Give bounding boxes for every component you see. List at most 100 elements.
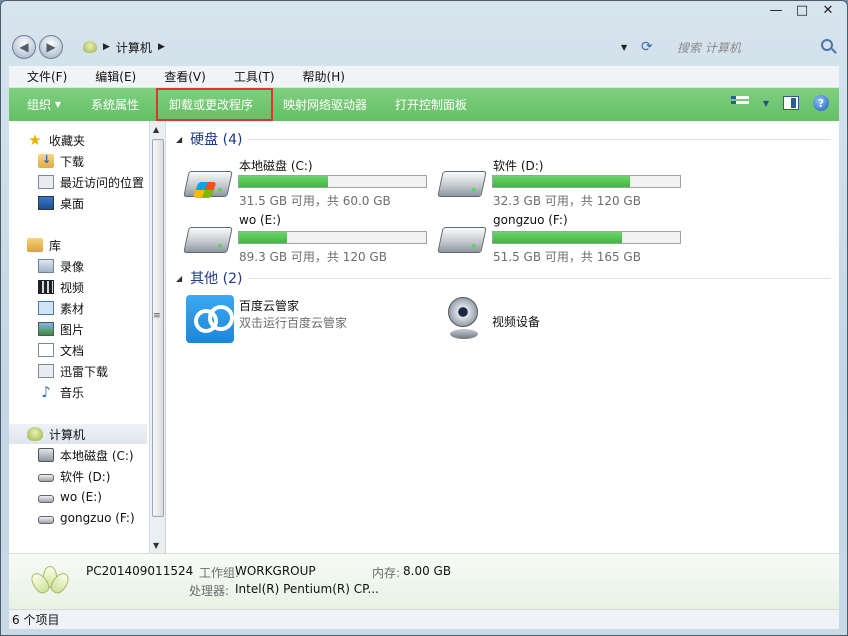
scroll-up-icon[interactable]: ▲ <box>153 125 159 134</box>
close-button[interactable]: ✕ <box>815 1 841 20</box>
space-bar-fill <box>493 176 630 187</box>
nav-drive-f[interactable]: gongzuo (F:) <box>9 508 135 528</box>
drive-space: 31.5 GB 可用，共 60.0 GB <box>239 194 391 208</box>
drive-icon <box>38 515 54 524</box>
view-options-icon[interactable] <box>730 96 749 110</box>
nav-recent-places[interactable]: 最近访问的位置 <box>9 172 144 192</box>
system-properties-button[interactable]: 系统属性 <box>71 88 149 121</box>
baidu-cloud-icon <box>186 295 234 343</box>
baidu-cloud-item[interactable]: 百度云管家 双击运行百度云管家 <box>186 295 416 347</box>
nav-label: 图片 <box>60 322 85 337</box>
menu-tools[interactable]: 工具(T) <box>215 68 284 85</box>
nav-drive-d[interactable]: 软件 (D:) <box>9 466 110 486</box>
nav-recordings[interactable]: 录像 <box>9 256 84 276</box>
drive-name: wo (E:) <box>239 213 281 227</box>
organize-button[interactable]: 组织 ▼ <box>9 88 71 121</box>
forward-arrow-icon: ▶ <box>46 40 56 54</box>
drive-icon <box>38 473 54 482</box>
nav-scrollbar[interactable]: ▲ ≡ ▼ <box>149 121 165 553</box>
processor-value: Intel(R) Pentium(R) CP... <box>235 582 379 596</box>
group-divider <box>248 139 831 140</box>
nav-label: 文档 <box>60 343 85 358</box>
item-subtitle: 双击运行百度云管家 <box>239 316 348 330</box>
nav-videos[interactable]: 视频 <box>9 277 84 297</box>
drive-icon <box>437 227 487 253</box>
nav-materials[interactable]: 素材 <box>9 298 84 318</box>
drive-icon <box>38 494 54 503</box>
nav-label: 素材 <box>60 301 85 316</box>
nav-label: 视频 <box>60 280 85 295</box>
item-name: 视频设备 <box>492 315 541 329</box>
nav-music[interactable]: ♪ 音乐 <box>9 382 84 402</box>
forward-button[interactable]: ▶ <box>39 35 63 59</box>
group-hard-disks[interactable]: ◢ 硬盘 (4) <box>176 129 242 149</box>
nav-favorites[interactable]: ★ 收藏夹 <box>9 130 85 150</box>
nav-drive-c[interactable]: 本地磁盘 (C:) <box>9 445 134 465</box>
workgroup-value: WORKGROUP <box>235 564 316 578</box>
nav-computer[interactable]: 计算机 <box>9 424 147 444</box>
nav-label: 库 <box>49 238 62 253</box>
recent-places-icon <box>38 175 54 189</box>
drive-tile-c[interactable]: 本地磁盘 (C:) 31.5 GB 可用，共 60.0 GB <box>183 157 436 208</box>
address-dropdown-icon[interactable]: ▼ <box>621 43 627 52</box>
chevron-down-icon: ▼ <box>54 100 61 109</box>
menu-view[interactable]: 查看(V) <box>145 68 215 85</box>
nav-pictures[interactable]: 图片 <box>9 319 84 339</box>
search-input[interactable]: 搜索 计算机 <box>669 35 841 59</box>
open-control-panel-button[interactable]: 打开控制面板 <box>377 88 477 121</box>
explorer-window: — □ ✕ ◀ ▶ ▶ 计算机 ▶ ▼ ⟳ 搜索 计算机 文件(F) 编辑(E)… <box>0 0 848 636</box>
nav-thunder-downloads[interactable]: 迅雷下载 <box>9 361 108 381</box>
view-dropdown-icon[interactable]: ▼ <box>763 99 769 108</box>
scroll-grip-icon: ≡ <box>153 311 161 321</box>
nav-libraries[interactable]: 库 <box>9 235 61 255</box>
help-icon[interactable]: ? <box>813 95 829 111</box>
address-bar[interactable]: ▶ 计算机 ▶ <box>73 35 663 59</box>
nav-label: 计算机 <box>49 427 86 442</box>
preview-pane-icon[interactable] <box>783 96 799 110</box>
space-bar <box>492 231 681 244</box>
group-other[interactable]: ◢ 其他 (2) <box>176 268 242 288</box>
item-name: 百度云管家 <box>239 299 300 313</box>
nav-label: gongzuo (F:) <box>60 511 135 525</box>
nav-label: wo (E:) <box>60 490 102 504</box>
breadcrumb-arrow-icon[interactable]: ▶ <box>103 42 110 52</box>
menu-file[interactable]: 文件(F) <box>9 68 76 85</box>
menu-edit[interactable]: 编辑(E) <box>76 68 145 85</box>
content-pane: ◢ 硬盘 (4) 本地磁盘 (C:) 31.5 GB 可用，共 60.0 GB 软… <box>166 121 839 553</box>
system-drive-icon <box>38 448 54 462</box>
breadcrumb-arrow-icon[interactable]: ▶ <box>158 42 165 52</box>
nav-desktop[interactable]: 桌面 <box>9 193 84 213</box>
nav-label: 音乐 <box>60 385 85 400</box>
search-icon[interactable] <box>821 39 833 51</box>
windows-logo-icon <box>192 182 217 198</box>
processor-label: 处理器: <box>189 584 230 598</box>
nav-drive-e[interactable]: wo (E:) <box>9 487 102 507</box>
drive-name: 软件 (D:) <box>493 159 544 173</box>
collapse-icon: ◢ <box>176 134 183 144</box>
scroll-thumb[interactable] <box>152 139 164 517</box>
refresh-icon[interactable]: ⟳ <box>641 39 659 55</box>
menu-help[interactable]: 帮助(H) <box>284 68 354 85</box>
film-icon <box>38 280 54 294</box>
map-network-drive-button[interactable]: 映射网络驱动器 <box>263 88 377 121</box>
nav-label: 收藏夹 <box>49 133 86 148</box>
star-icon: ★ <box>28 131 42 149</box>
breadcrumb-computer[interactable]: 计算机 <box>116 39 152 56</box>
minimize-button[interactable]: — <box>763 1 789 20</box>
drive-tile-e[interactable]: wo (E:) 89.3 GB 可用，共 120 GB <box>183 213 436 264</box>
nav-label: 迅雷下载 <box>60 364 109 379</box>
nav-documents[interactable]: 文档 <box>9 340 84 360</box>
drive-tile-d[interactable]: 软件 (D:) 32.3 GB 可用，共 120 GB <box>437 157 690 208</box>
memory-value: 8.00 GB <box>403 564 452 578</box>
drive-name: 本地磁盘 (C:) <box>239 159 313 173</box>
thunder-download-icon <box>38 364 54 378</box>
organize-label: 组织 <box>27 98 52 112</box>
highlight-box <box>156 88 273 121</box>
scroll-down-icon[interactable]: ▼ <box>153 541 159 550</box>
back-button[interactable]: ◀ <box>12 35 36 59</box>
library-icon <box>27 238 43 252</box>
maximize-button[interactable]: □ <box>789 1 815 20</box>
nav-downloads[interactable]: 下载 <box>9 151 84 171</box>
video-device-item[interactable]: 视频设备 <box>444 295 624 347</box>
drive-tile-f[interactable]: gongzuo (F:) 51.5 GB 可用，共 165 GB <box>437 213 690 264</box>
